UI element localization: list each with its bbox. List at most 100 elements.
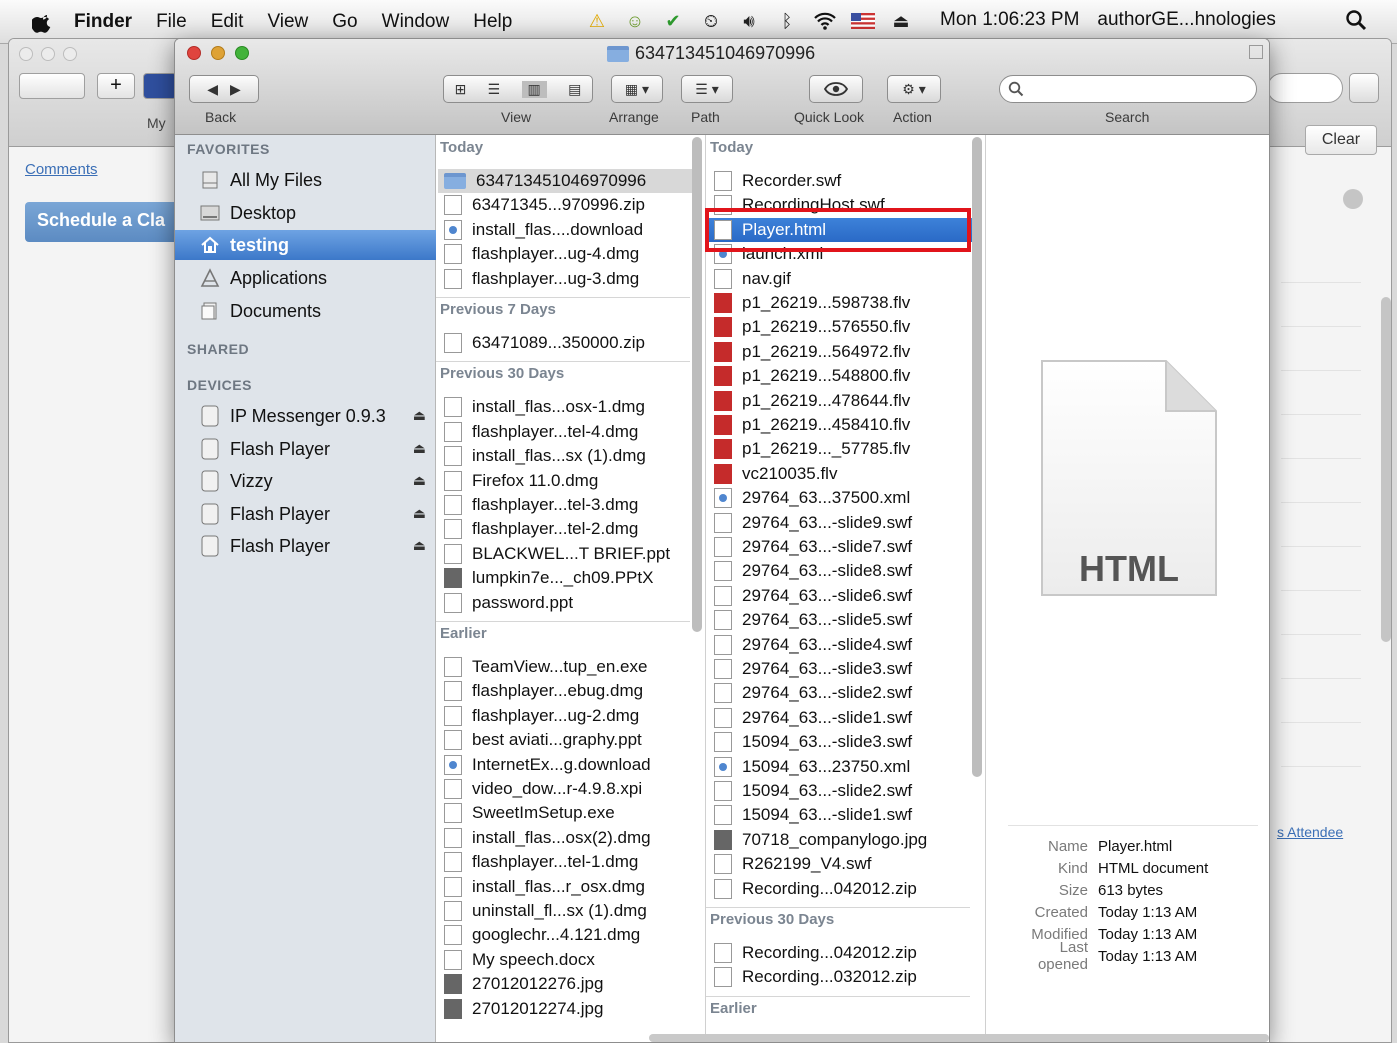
file-row[interactable]: Recording...032012.zip bbox=[708, 965, 972, 989]
time-machine-icon[interactable]: ⏲ bbox=[698, 8, 724, 34]
file-row[interactable]: 29764_63...-slide8.swf bbox=[708, 559, 972, 583]
file-row[interactable]: flashplayer...tel-2.dmg bbox=[438, 517, 692, 541]
file-row[interactable]: 70718_companylogo.jpg bbox=[708, 828, 972, 852]
menu-finder[interactable]: Finder bbox=[74, 11, 132, 33]
fullscreen-icon[interactable] bbox=[1249, 45, 1263, 59]
menu-go[interactable]: Go bbox=[332, 11, 357, 33]
file-row[interactable]: p1_26219...576550.flv bbox=[708, 315, 972, 339]
column-view-icon[interactable]: ▥ bbox=[521, 80, 547, 98]
file-row[interactable]: nav.gif bbox=[708, 267, 972, 291]
file-row[interactable]: password.ppt bbox=[438, 591, 692, 615]
spotlight-icon[interactable] bbox=[1345, 9, 1367, 31]
attendee-link[interactable]: s Attendee bbox=[1277, 824, 1343, 840]
file-row[interactable]: 29764_63...37500.xml bbox=[708, 486, 972, 510]
file-row[interactable]: 15094_63...-slide1.swf bbox=[708, 803, 972, 827]
browser-back-forward[interactable] bbox=[19, 73, 85, 99]
action-button[interactable]: ⚙ ▾ bbox=[887, 75, 941, 103]
sidebar-item-device[interactable]: Flash Player ⏏ bbox=[175, 499, 436, 529]
file-row[interactable]: lumpkin7e..._ch09.PPtX bbox=[438, 566, 692, 590]
clock[interactable]: Mon 1:06:23 PM bbox=[940, 9, 1079, 31]
file-row[interactable]: install_flas...osx(2).dmg bbox=[438, 826, 692, 850]
file-row[interactable]: 29764_63...-slide9.swf bbox=[708, 511, 972, 535]
file-row[interactable]: Recording...042012.zip bbox=[708, 941, 972, 965]
file-row[interactable]: install_flas....download bbox=[438, 218, 692, 242]
file-row[interactable]: p1_26219..._57785.flv bbox=[708, 437, 972, 461]
file-row[interactable]: 29764_63...-slide6.swf bbox=[708, 584, 972, 608]
file-row[interactable]: SweetImSetup.exe bbox=[438, 801, 692, 825]
quick-look-button[interactable] bbox=[809, 75, 863, 103]
file-row[interactable]: 29764_63...-slide5.swf bbox=[708, 608, 972, 632]
file-row[interactable]: InternetEx...g.download bbox=[438, 753, 692, 777]
schedule-class-button[interactable]: Schedule a Cla bbox=[25, 202, 195, 242]
comments-link[interactable]: Comments bbox=[25, 161, 98, 178]
file-row[interactable]: 29764_63...-slide3.swf bbox=[708, 657, 972, 681]
horizontal-scrollbar[interactable] bbox=[649, 1034, 1269, 1042]
sidebar-item-device[interactable]: Flash Player ⏏ bbox=[175, 434, 436, 464]
file-row[interactable]: My speech.docx bbox=[438, 948, 692, 972]
view-mode-buttons[interactable]: ⊞ ☰ ▥ ▤ bbox=[443, 75, 593, 103]
sidebar-item-testing[interactable]: testing bbox=[175, 230, 436, 260]
file-row[interactable]: video_dow...r-4.9.8.xpi bbox=[438, 777, 692, 801]
user-menu[interactable]: authorGE...hnologies bbox=[1097, 9, 1276, 31]
eject-icon[interactable]: ⏏ bbox=[888, 8, 914, 34]
file-row[interactable]: install_flas...sx (1).dmg bbox=[438, 444, 692, 468]
menu-window[interactable]: Window bbox=[382, 11, 450, 33]
sidebar-item-device[interactable]: Flash Player ⏏ bbox=[175, 531, 436, 561]
arrange-button[interactable]: ▦ ▾ bbox=[611, 75, 663, 103]
file-row[interactable]: p1_26219...478644.flv bbox=[708, 389, 972, 413]
clear-button[interactable]: Clear bbox=[1305, 125, 1377, 155]
file-row[interactable]: 27012012276.jpg bbox=[438, 972, 692, 996]
menu-file[interactable]: File bbox=[156, 11, 187, 33]
checkmark-icon[interactable]: ✔ bbox=[660, 8, 686, 34]
close-dot[interactable] bbox=[19, 47, 33, 61]
file-row[interactable]: 15094_63...23750.xml bbox=[708, 755, 972, 779]
clear-search-icon[interactable] bbox=[1343, 189, 1363, 209]
search-field[interactable] bbox=[999, 75, 1257, 103]
file-row[interactable]: 634713451046970996 bbox=[438, 169, 692, 193]
file-row[interactable]: flashplayer...ug-3.dmg bbox=[438, 267, 692, 291]
eject-icon[interactable]: ⏏ bbox=[413, 537, 426, 554]
column-scrollbar[interactable] bbox=[972, 137, 982, 777]
file-row[interactable]: p1_26219...598738.flv bbox=[708, 291, 972, 315]
file-row[interactable]: flashplayer...tel-1.dmg bbox=[438, 850, 692, 874]
volume-icon[interactable]: 🔊︎ bbox=[736, 8, 762, 34]
add-tab-button[interactable]: + bbox=[97, 73, 135, 99]
zoom-button[interactable] bbox=[235, 46, 249, 60]
path-button[interactable]: ☰ ▾ bbox=[681, 75, 733, 103]
file-row[interactable]: install_flas...r_osx.dmg bbox=[438, 875, 692, 899]
file-row[interactable]: Firefox 11.0.dmg bbox=[438, 469, 692, 493]
sidebar-item-desktop[interactable]: Desktop bbox=[175, 198, 436, 228]
file-row[interactable]: flashplayer...ug-4.dmg bbox=[438, 242, 692, 266]
browser-search-field[interactable] bbox=[1267, 73, 1343, 103]
file-row[interactable]: 15094_63...-slide2.swf bbox=[708, 779, 972, 803]
browser-settings-icon[interactable] bbox=[1349, 73, 1379, 103]
bookmark-w-icon[interactable] bbox=[143, 73, 177, 99]
file-row[interactable]: flashplayer...tel-4.dmg bbox=[438, 420, 692, 444]
sidebar-item-applications[interactable]: Applications bbox=[175, 263, 436, 293]
list-view-icon[interactable]: ☰ bbox=[488, 81, 501, 98]
file-row[interactable]: p1_26219...564972.flv bbox=[708, 340, 972, 364]
file-row[interactable]: vc210035.flv bbox=[708, 462, 972, 486]
warning-icon[interactable]: ⚠ bbox=[584, 8, 610, 34]
back-forward-buttons[interactable]: ◀ ▶ bbox=[189, 75, 259, 103]
file-row[interactable]: BLACKWEL...T BRIEF.ppt bbox=[438, 542, 692, 566]
sidebar-item-device[interactable]: IP Messenger 0.9.3 ⏏ bbox=[175, 401, 436, 431]
file-row[interactable]: p1_26219...548800.flv bbox=[708, 364, 972, 388]
file-row[interactable]: flashplayer...tel-3.dmg bbox=[438, 493, 692, 517]
eject-icon[interactable]: ⏏ bbox=[413, 472, 426, 489]
file-row[interactable]: best aviati...graphy.ppt bbox=[438, 728, 692, 752]
menu-help[interactable]: Help bbox=[473, 11, 512, 33]
wifi-icon[interactable] bbox=[812, 8, 838, 34]
eject-icon[interactable]: ⏏ bbox=[413, 505, 426, 522]
icon-view-icon[interactable]: ⊞ bbox=[455, 81, 467, 98]
back-arrow-icon[interactable]: ◀ bbox=[207, 81, 218, 98]
menu-edit[interactable]: Edit bbox=[211, 11, 244, 33]
file-row[interactable]: Recorder.swf bbox=[708, 169, 972, 193]
file-row[interactable]: install_flas...osx-1.dmg bbox=[438, 395, 692, 419]
file-row[interactable]: uninstall_fl...sx (1).dmg bbox=[438, 899, 692, 923]
file-row[interactable]: 15094_63...-slide3.swf bbox=[708, 730, 972, 754]
zoom-dot[interactable] bbox=[63, 47, 77, 61]
minimize-button[interactable] bbox=[211, 46, 225, 60]
coverflow-view-icon[interactable]: ▤ bbox=[568, 81, 581, 98]
file-row[interactable]: Recording...042012.zip bbox=[708, 877, 972, 901]
